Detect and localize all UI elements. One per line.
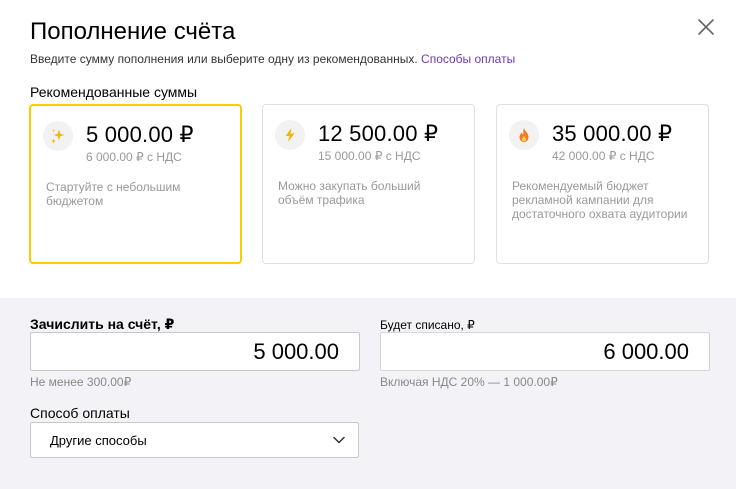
recommended-card-3[interactable]: 35 000.00 ₽ 42 000.00 ₽ с НДС Рекомендуе…: [496, 104, 709, 264]
payment-methods-link[interactable]: Способы оплаты: [421, 52, 515, 66]
card-vat: 6 000.00 ₽ с НДС: [86, 150, 182, 164]
payment-method-value: Другие способы: [50, 433, 147, 448]
dialog-title: Пополнение счёта: [30, 18, 236, 45]
recommended-card-2[interactable]: 12 500.00 ₽ 15 000.00 ₽ с НДС Можно заку…: [262, 104, 475, 264]
card-amount: 35 000.00 ₽: [552, 121, 673, 146]
dialog-subtitle: Введите сумму пополнения или выберите од…: [30, 52, 515, 66]
credit-amount-hint: Не менее 300.00₽: [30, 375, 132, 389]
debit-amount-field[interactable]: [380, 332, 710, 371]
lightning-icon: [275, 120, 305, 150]
card-amount: 12 500.00 ₽: [318, 121, 439, 146]
credit-amount-field[interactable]: [30, 332, 360, 371]
sparkles-icon: [43, 121, 73, 151]
card-vat: 15 000.00 ₽ с НДС: [318, 149, 421, 163]
card-vat: 42 000.00 ₽ с НДС: [552, 149, 655, 163]
card-description: Можно закупать больший объём трафика: [278, 179, 421, 207]
credit-amount-label: Зачислить на счёт, ₽: [30, 316, 175, 332]
payment-method-select[interactable]: Другие способы: [30, 422, 359, 458]
subtitle-text: Введите сумму пополнения или выберите од…: [30, 52, 418, 66]
close-icon[interactable]: [696, 17, 716, 37]
chevron-down-icon: [333, 436, 345, 444]
card-description: Рекомендуемый бюджет рекламной кампании …: [512, 179, 688, 221]
fire-icon: [509, 120, 539, 150]
card-amount: 5 000.00 ₽: [86, 122, 194, 147]
debit-amount-hint: Включая НДС 20% — 1 000.00₽: [380, 375, 558, 389]
debit-amount-label: Будет списано, ₽: [380, 318, 475, 332]
credit-amount-input[interactable]: [31, 333, 359, 370]
payment-method-label: Способ оплаты: [30, 405, 130, 421]
recommended-card-1[interactable]: 5 000.00 ₽ 6 000.00 ₽ с НДС Стартуйте с …: [29, 104, 242, 264]
recommended-title: Рекомендованные суммы: [30, 84, 198, 100]
debit-amount-input[interactable]: [381, 333, 709, 370]
card-description: Стартуйте с небольшим бюджетом: [46, 180, 181, 208]
